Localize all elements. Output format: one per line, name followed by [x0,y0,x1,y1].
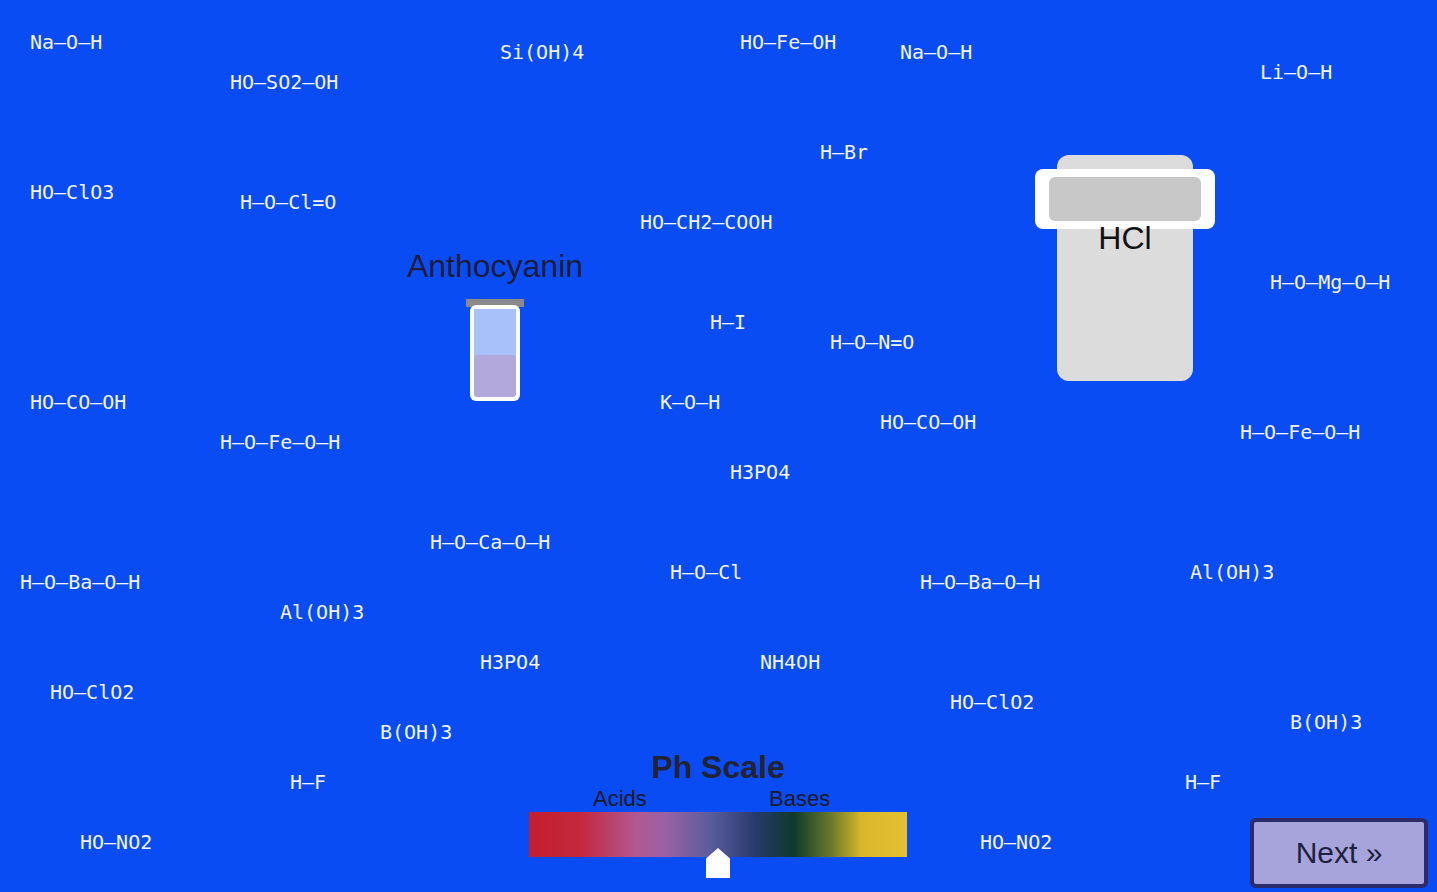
background-molecule: Na–O–H [30,30,102,54]
beaker-icon [1035,155,1215,381]
bases-label: Bases [769,786,830,812]
background-molecule: K–O–H [660,390,720,414]
background-molecule: HO–NO2 [980,830,1052,854]
background-molecule: Al(OH)3 [280,600,364,624]
ph-labels: Acids Bases [529,786,907,812]
background-molecule: H3PO4 [480,650,540,674]
background-molecule: Al(OH)3 [1190,560,1274,584]
background-molecule: HO–ClO2 [950,690,1034,714]
background-molecule: HO–NO2 [80,830,152,854]
background-molecule: HO–CO–OH [880,410,976,434]
vial-icon[interactable] [464,299,526,405]
background-molecule: H–O–Fe–O–H [220,430,340,454]
background-molecule: Li–O–H [1260,60,1332,84]
next-button[interactable]: Next » [1250,818,1428,888]
ph-title: Ph Scale [529,748,907,786]
game-screen: Na–O–H HO–SO2–OH Si(OH)4 HO–Fe–OH Na–O–H Li–O… [0,0,1437,892]
background-molecule: H–O–N=O [830,330,914,354]
background-molecule: HO–SO2–OH [230,70,338,94]
background-molecule: H–O–Cl=O [240,190,336,214]
background-molecule: Si(OH)4 [500,40,584,64]
background-molecule: H–O–Fe–O–H [1240,420,1360,444]
background-molecule: H–O–Ba–O–H [920,570,1040,594]
background-molecule: H–F [290,770,326,794]
hcl-beaker[interactable]: HCl [1035,155,1215,381]
ph-scale: Ph ScaleAcids Bases [529,748,907,857]
background-molecule: HO–ClO2 [50,680,134,704]
background-molecule: B(OH)3 [1290,710,1362,734]
background-molecule: H3PO4 [730,460,790,484]
background-molecule: Na–O–H [900,40,972,64]
background-molecule: H–I [710,310,746,334]
background-molecule: HO–Fe–OH [740,30,836,54]
background-molecule: HO–ClO3 [30,180,114,204]
background-molecule: H–O–Ca–O–H [430,530,550,554]
beaker-label: HCl [1098,220,1151,257]
background-molecule: HO–CH2–COOH [640,210,772,234]
background-molecule: H–F [1185,770,1221,794]
background-molecule: B(OH)3 [380,720,452,744]
acids-label: Acids [593,786,647,812]
ph-marker[interactable] [706,848,730,878]
indicator-label: Anthocyanin [407,248,583,285]
background-molecule: H–O–Mg–O–H [1270,270,1390,294]
background-molecule: NH4OH [760,650,820,674]
background-molecule: H–O–Ba–O–H [20,570,140,594]
background-molecule: HO–CO–OH [30,390,126,414]
ph-gradient-bar [529,812,907,857]
background-molecule: H–O–Cl [670,560,742,584]
background-molecule: H–Br [820,140,868,164]
indicator-vial[interactable]: Anthocyanin [390,248,600,405]
